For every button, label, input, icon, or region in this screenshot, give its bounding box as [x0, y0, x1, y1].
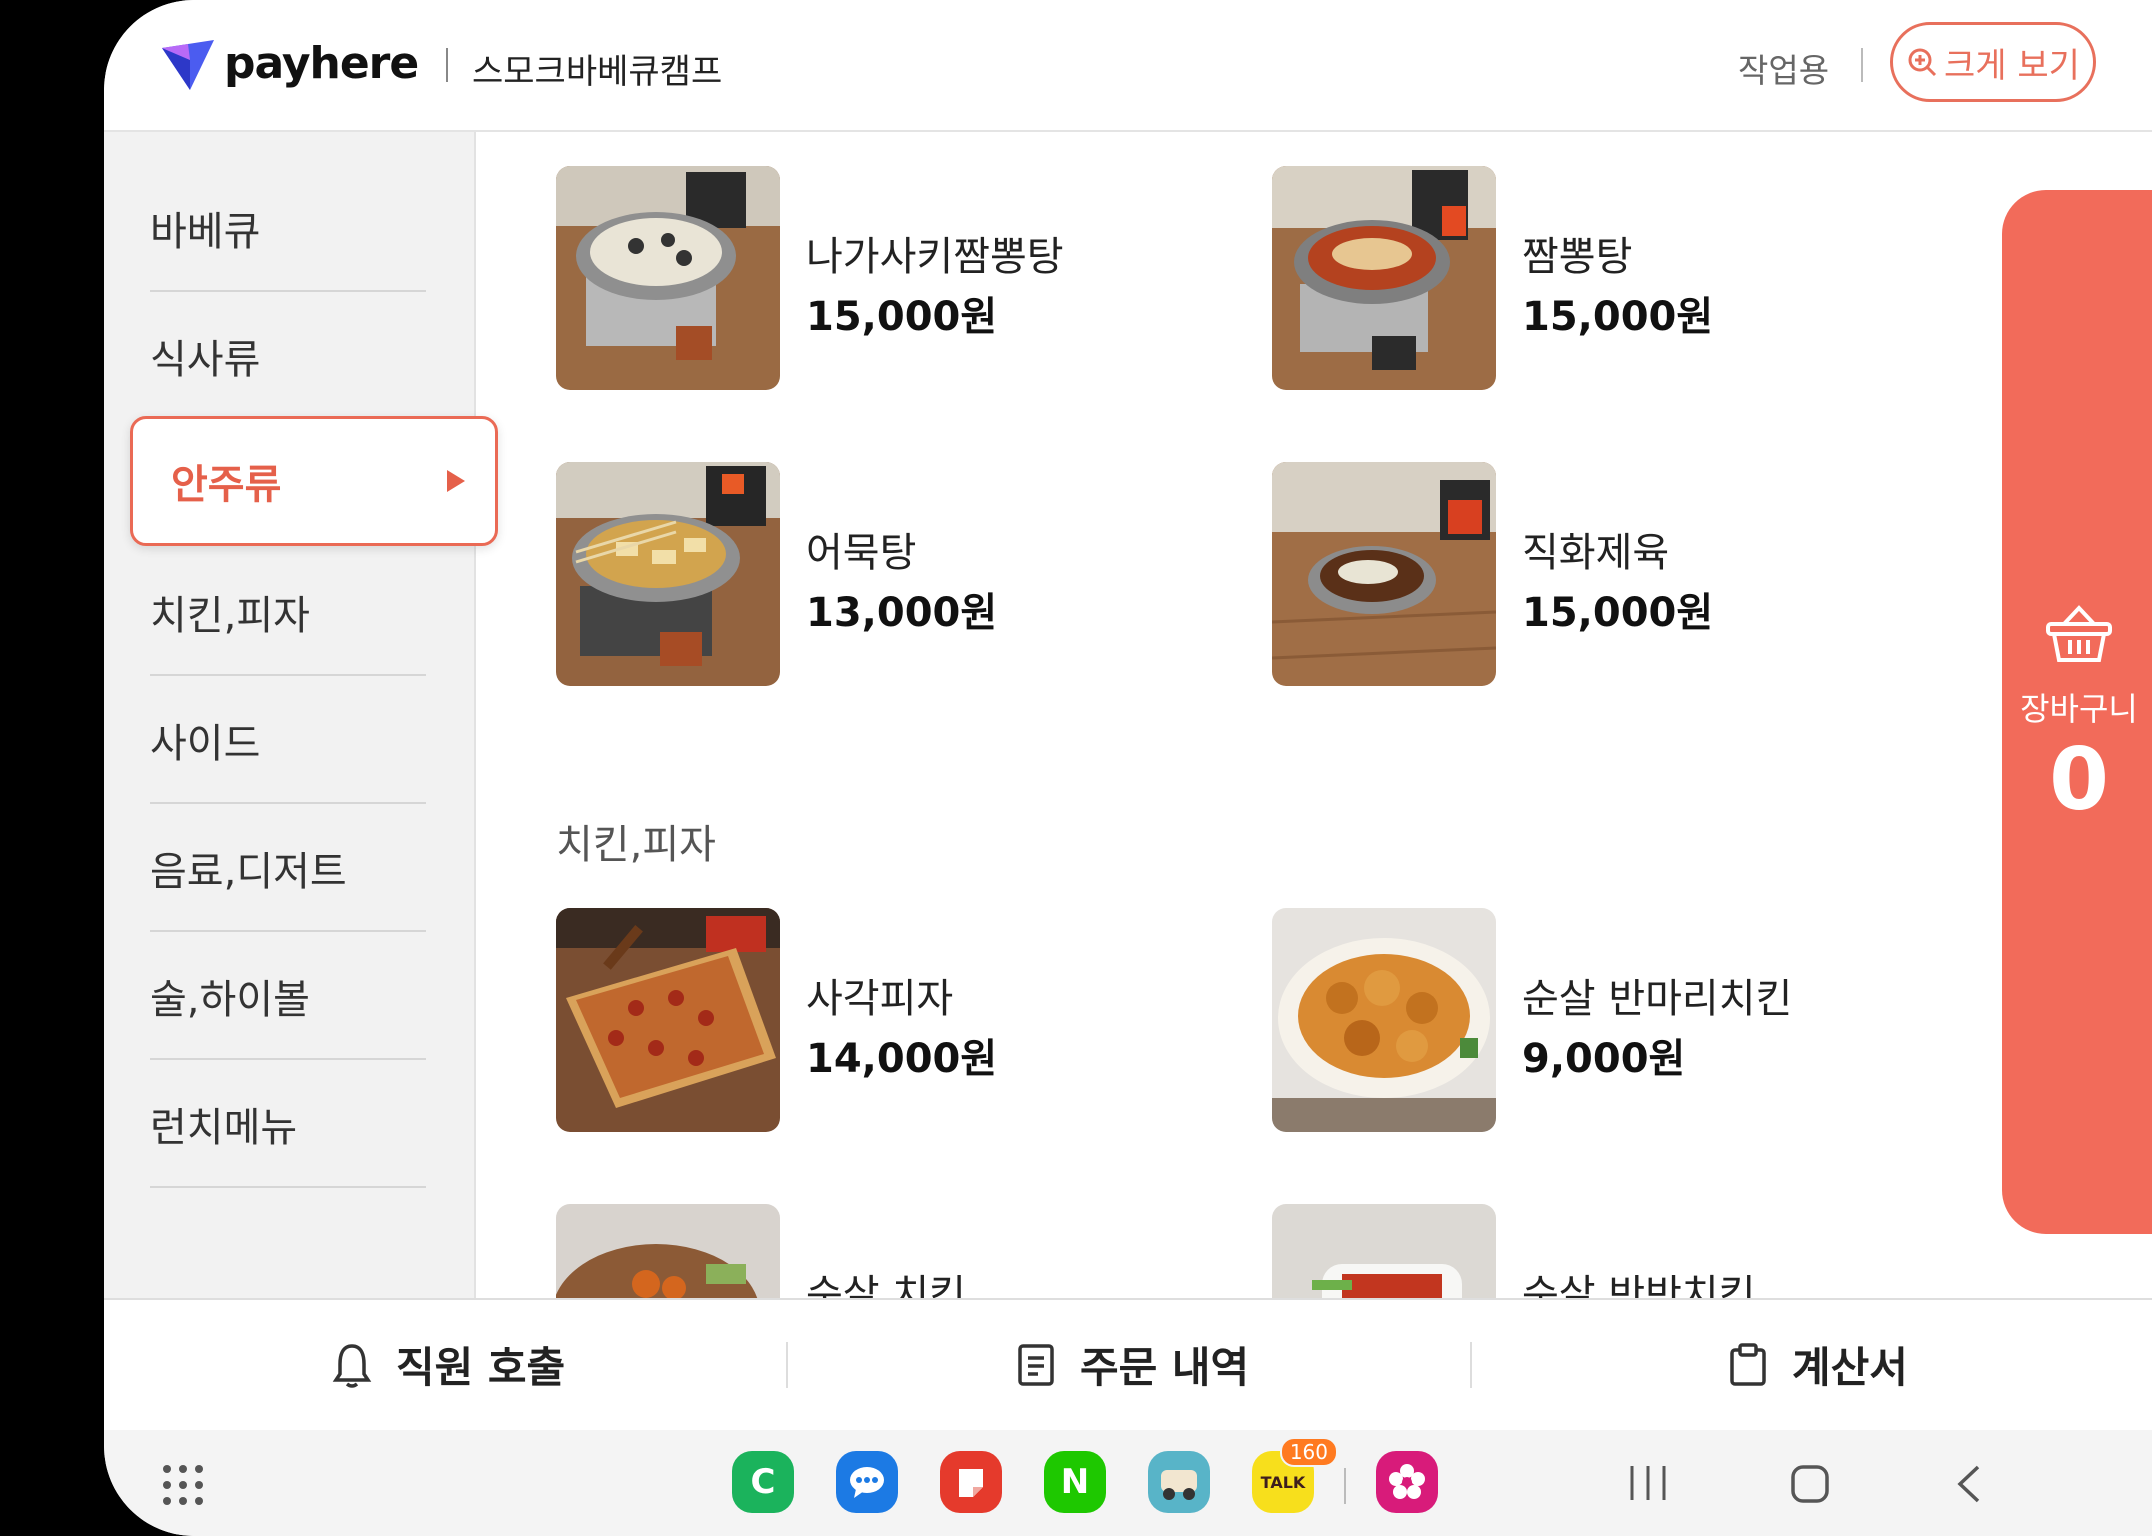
bottom-action-bar: 직원 호출 주문 내역 계산서: [104, 1298, 2152, 1432]
call-staff-button[interactable]: 직원 호출: [332, 1334, 565, 1395]
order-history-button[interactable]: 주문 내역: [1016, 1334, 1249, 1395]
delivery-app-icon[interactable]: [1148, 1451, 1210, 1513]
arrow-right-icon: [447, 470, 465, 492]
menu-item-price: 15,000원: [806, 294, 998, 340]
back-icon[interactable]: [1954, 1464, 1984, 1504]
section-title: 치킨,피자: [556, 822, 716, 868]
header: payhere 스모크바베큐캠프 작업용 크게 보기: [104, 0, 2152, 132]
category-snacks-active[interactable]: 안주류: [130, 416, 498, 546]
cart-label: 장바구니: [2020, 690, 2138, 728]
category-bbq[interactable]: 바베큐: [150, 166, 426, 292]
cart-count: 0: [2049, 730, 2109, 830]
food-photo: [1272, 908, 1496, 1132]
food-photo: [556, 908, 780, 1132]
system-nav-bar: C N TALK 160: [104, 1430, 2152, 1536]
category-label: 식사류: [150, 337, 261, 383]
store-name: 스모크바베큐캠프: [472, 52, 723, 92]
payhere-logo: payhere: [160, 34, 419, 92]
menu-item-price: 14,000원: [806, 1036, 998, 1082]
action-divider: [786, 1342, 788, 1388]
menu-item[interactable]: 짬뽕탕 15,000원: [1272, 166, 1972, 390]
menu-item-price: 9,000원: [1522, 1036, 1686, 1082]
action-divider: [1470, 1342, 1472, 1388]
category-side[interactable]: 사이드: [150, 678, 426, 804]
menu-item[interactable]: 직화제육 15,000원: [1272, 462, 1972, 686]
menu-item-name: 짬뽕탕: [1522, 234, 1633, 280]
menu-item-price: 13,000원: [806, 590, 998, 636]
camera-app-icon[interactable]: C: [732, 1451, 794, 1513]
menu-list: 나가사키짬뽕탕 15,000원 짬뽕탕 15,000원 어묵탕 13,000원 …: [476, 132, 1976, 1298]
menu-item-name: 나가사키짬뽕탕: [806, 234, 1064, 280]
bell-icon: [332, 1343, 372, 1388]
receipt-icon: [1018, 1343, 1054, 1386]
menu-item-name: 직화제육: [1522, 530, 1670, 576]
food-photo: [1272, 462, 1496, 686]
menu-item[interactable]: 사각피자 14,000원: [556, 908, 1256, 1132]
category-drinks-dessert[interactable]: 음료,디저트: [150, 806, 426, 932]
menu-item-price: 15,000원: [1522, 294, 1714, 340]
call-staff-label: 직원 호출: [396, 1343, 566, 1392]
bill-button[interactable]: 계산서: [1728, 1334, 1908, 1395]
header-divider-2: [1861, 48, 1863, 82]
food-photo: [1272, 1204, 1496, 1298]
menu-item[interactable]: 순살 반마리치킨 9,000원: [1272, 908, 1972, 1132]
category-label: 술,하이볼: [150, 977, 310, 1023]
category-sidebar: 바베큐 식사류 안주류 치킨,피자 사이드 음료,디저트 술,하이볼 런치메뉴: [104, 132, 498, 1298]
dock-divider: [1344, 1468, 1346, 1504]
food-photo: [556, 462, 780, 686]
gallery-app-icon[interactable]: [1376, 1451, 1438, 1513]
category-meals[interactable]: 식사류: [150, 294, 426, 420]
category-alcohol[interactable]: 술,하이볼: [150, 934, 426, 1060]
zoom-view-label: 크게 보기: [1944, 45, 2080, 86]
messages-app-icon[interactable]: [836, 1451, 898, 1513]
zoom-view-button[interactable]: 크게 보기: [1890, 22, 2096, 102]
menu-item[interactable]: 나가사키짬뽕탕 15,000원: [556, 166, 1256, 390]
menu-item-name: 순살 반반치킨: [1522, 1272, 1756, 1298]
clipboard-icon: [1730, 1342, 1766, 1386]
food-photo: [1272, 166, 1496, 390]
notes-app-icon[interactable]: [940, 1451, 1002, 1513]
category-label: 안주류: [171, 462, 282, 508]
brand-name: payhere: [224, 37, 419, 89]
apps-grid-icon[interactable]: [162, 1464, 204, 1506]
food-photo: [556, 166, 780, 390]
menu-item[interactable]: 순살 치킨: [556, 1204, 1256, 1298]
category-label: 바베큐: [150, 209, 261, 255]
menu-item-price: 15,000원: [1522, 590, 1714, 636]
notification-badge: 160: [1279, 1437, 1338, 1467]
payhere-logo-icon: [162, 40, 214, 90]
category-lunch[interactable]: 런치메뉴: [150, 1062, 426, 1188]
recent-apps-icon[interactable]: [1628, 1464, 1668, 1502]
kakaotalk-label: TALK: [1260, 1472, 1306, 1492]
menu-item-name: 사각피자: [806, 976, 954, 1022]
menu-item[interactable]: 어묵탕 13,000원: [556, 462, 1256, 686]
header-divider: [446, 48, 448, 82]
naver-app-icon[interactable]: N: [1044, 1451, 1106, 1513]
menu-item-name: 어묵탕: [806, 530, 917, 576]
work-mode-label: 작업용: [1738, 51, 1830, 90]
home-icon[interactable]: [1790, 1464, 1830, 1504]
menu-item-name: 순살 반마리치킨: [1522, 976, 1793, 1022]
zoom-in-icon: [1908, 48, 1937, 77]
kiosk-screen: payhere 스모크바베큐캠프 작업용 크게 보기 바베큐 식사류 안주류 치…: [104, 0, 2152, 1536]
category-label: 사이드: [150, 721, 261, 767]
basket-icon: [2046, 605, 2112, 662]
food-photo: [556, 1204, 780, 1298]
category-label: 치킨,피자: [150, 593, 310, 639]
cart-panel[interactable]: 장바구니 0: [2002, 190, 2152, 1234]
kakaotalk-app-icon[interactable]: TALK 160: [1252, 1437, 1338, 1513]
category-label: 런치메뉴: [150, 1105, 298, 1151]
category-chicken-pizza[interactable]: 치킨,피자: [150, 550, 426, 676]
menu-item-name: 순살 치킨: [806, 1272, 966, 1298]
order-history-label: 주문 내역: [1080, 1343, 1250, 1392]
bill-label: 계산서: [1792, 1343, 1908, 1392]
category-label: 음료,디저트: [150, 849, 347, 895]
menu-item[interactable]: 순살 반반치킨: [1272, 1204, 1972, 1298]
